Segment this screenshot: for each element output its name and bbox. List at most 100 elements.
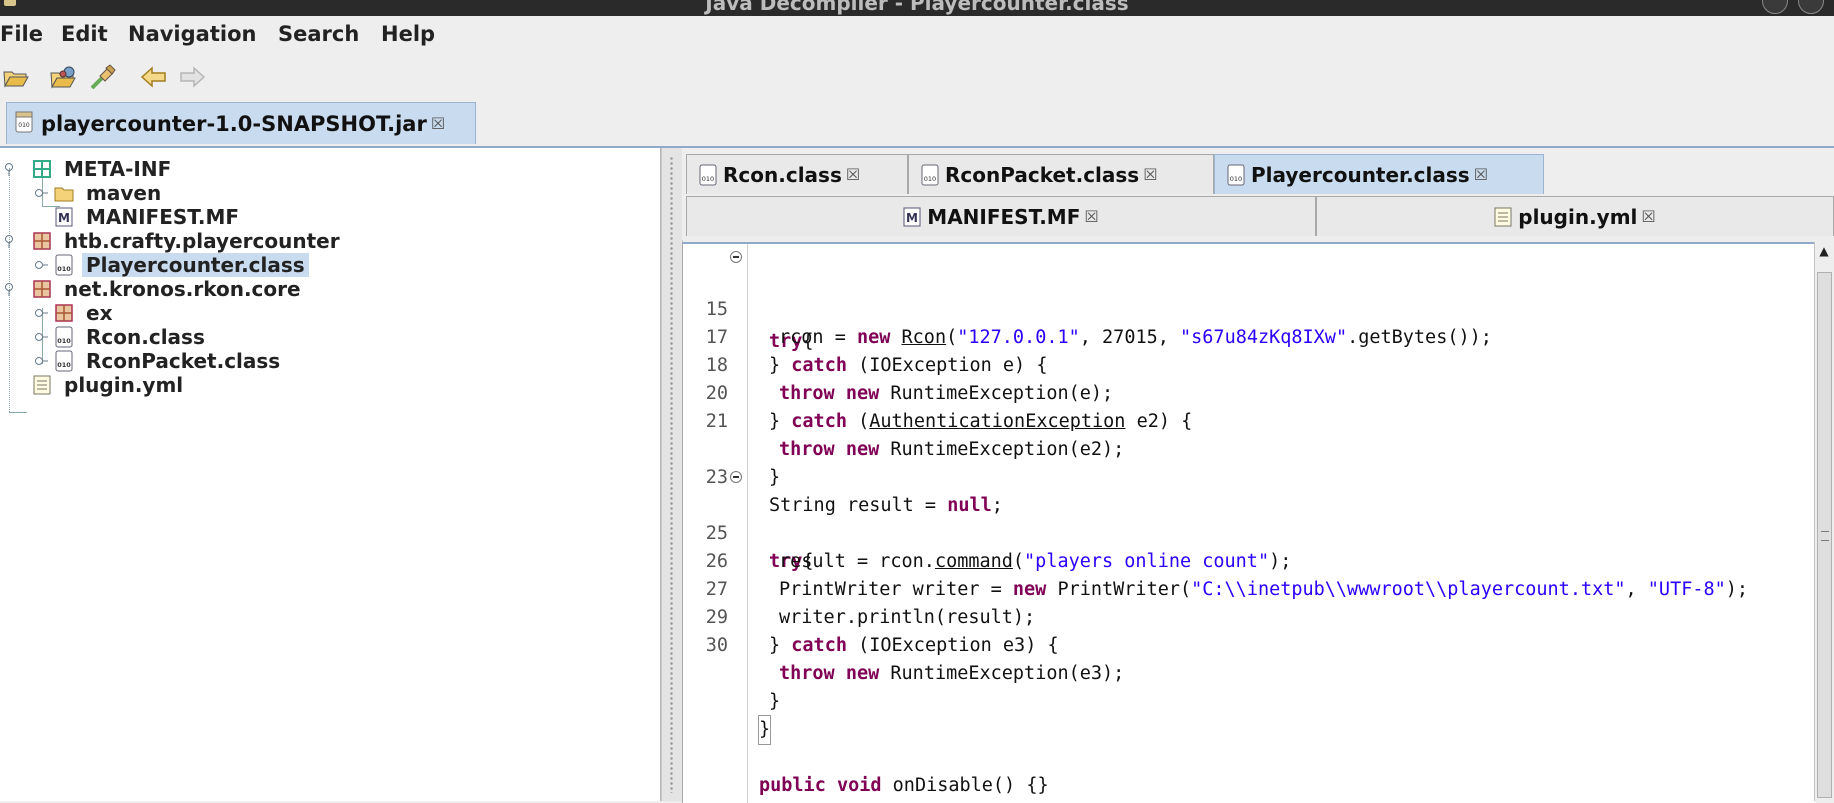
tree-item-label: ex xyxy=(86,301,113,325)
tab-manifest-mf[interactable]: M MANIFEST.MF ☒ xyxy=(686,196,1316,236)
expand-toggle-icon[interactable] xyxy=(34,303,48,323)
tab-label: MANIFEST.MF xyxy=(927,204,1081,229)
scroll-up-icon[interactable]: ▲ xyxy=(1818,244,1830,258)
code-line: 21 throw new RuntimeException(e2); xyxy=(683,380,1815,460)
code-line: try{ xyxy=(683,464,1815,572)
code-line: 20 } catch (AuthenticationException e2) … xyxy=(683,352,1815,432)
back-arrow-icon[interactable] xyxy=(138,62,170,92)
svg-text:010: 010 xyxy=(57,265,71,273)
menu-navigation[interactable]: Navigation xyxy=(128,22,256,46)
close-icon[interactable]: ☒ xyxy=(1641,207,1655,226)
text-file-icon xyxy=(32,375,52,395)
expand-toggle-icon[interactable] xyxy=(34,255,48,275)
class-tab-bar: 010 Rcon.class ☒ 010 RconPacket.class ☒ … xyxy=(682,148,1834,240)
thumb-grip xyxy=(1821,531,1829,541)
splitter-grip[interactable] xyxy=(669,156,674,793)
tree-item-label: MANIFEST.MF xyxy=(86,205,240,229)
scrollbar-thumb[interactable] xyxy=(1817,272,1832,798)
tree-item-plugin-yml[interactable]: plugin.yml xyxy=(32,372,187,398)
code-line: } xyxy=(683,744,1815,772)
package-icon xyxy=(54,303,74,323)
svg-text:010: 010 xyxy=(1230,175,1242,183)
code-line: 26 PrintWriter writer = new PrintWriter(… xyxy=(683,520,1815,600)
svg-text:010: 010 xyxy=(57,337,71,345)
svg-text:010: 010 xyxy=(57,361,71,369)
code-line: } xyxy=(683,632,1815,712)
class-file-icon: 010 xyxy=(1227,164,1245,185)
expand-toggle-icon[interactable] xyxy=(4,159,18,179)
window-title: Java Decompiler - Playercounter.class xyxy=(705,0,1129,15)
forward-arrow-icon[interactable] xyxy=(176,62,208,92)
tree-item-rconpacket-class[interactable]: 010 RconPacket.class xyxy=(34,348,284,374)
expand-toggle-icon[interactable] xyxy=(34,327,48,347)
tab-label: plugin.yml xyxy=(1518,204,1638,229)
tab-label: Rcon.class xyxy=(723,162,842,187)
package-folder-icon xyxy=(32,159,52,179)
close-icon[interactable]: ☒ xyxy=(846,165,860,184)
tree-item-rcon-class[interactable]: 010 Rcon.class xyxy=(34,324,209,350)
tree-item-maven[interactable]: maven xyxy=(34,180,165,206)
open-type-icon[interactable] xyxy=(48,62,80,92)
tree-item-label: Rcon.class xyxy=(86,325,205,349)
code-line: 25 result = rcon.command("players online… xyxy=(683,492,1815,572)
svg-text:M: M xyxy=(906,211,918,225)
manifest-icon: M xyxy=(903,207,921,226)
tab-rconpacket-class[interactable]: 010 RconPacket.class ☒ xyxy=(908,154,1214,194)
folder-icon xyxy=(54,183,74,203)
close-icon[interactable]: ☒ xyxy=(431,114,445,133)
tree-item-meta-inf[interactable]: META-INF xyxy=(4,156,175,182)
tab-jar-file-label: playercounter-1.0-SNAPSHOT.jar xyxy=(41,111,427,136)
vertical-scrollbar[interactable]: ▲ xyxy=(1814,242,1834,801)
expand-toggle-icon[interactable] xyxy=(4,231,18,251)
code-line: } xyxy=(683,660,1815,745)
menu-file[interactable]: File xyxy=(0,22,43,46)
open-file-icon[interactable] xyxy=(0,62,32,92)
tree-item-label: htb.crafty.playercounter xyxy=(64,229,340,253)
tab-rcon-class[interactable]: 010 Rcon.class ☒ xyxy=(686,154,908,194)
code-line: public void onDisable() {} xyxy=(683,716,1815,796)
class-file-icon: 010 xyxy=(54,254,74,276)
tree-item-label: net.kronos.rkon.core xyxy=(64,277,301,301)
package-icon xyxy=(32,231,52,251)
tree-item-net-kronos-rkon-core[interactable]: net.kronos.rkon.core xyxy=(4,276,305,302)
code-editor[interactable]: try{ 15 rcon = new Rcon("127.0.0.1", 270… xyxy=(682,242,1815,803)
close-icon[interactable]: ☒ xyxy=(1084,207,1098,226)
tab-playercounter-class[interactable]: 010 Playercounter.class ☒ xyxy=(1214,154,1544,194)
tree-connector xyxy=(9,412,27,413)
fold-icon[interactable] xyxy=(730,251,742,263)
tree-item-ex[interactable]: ex xyxy=(34,300,116,326)
package-tree: META-INF maven M MANIFEST.MF htb.crafty.… xyxy=(0,148,661,801)
class-file-icon: 010 xyxy=(921,164,939,185)
expand-toggle-icon[interactable] xyxy=(4,279,18,299)
tab-jar-file[interactable]: 010 playercounter-1.0-SNAPSHOT.jar ☒ xyxy=(6,102,476,144)
svg-text:010: 010 xyxy=(924,175,936,183)
close-icon[interactable]: ☒ xyxy=(1474,165,1488,184)
expand-toggle-icon[interactable] xyxy=(34,351,48,371)
panel-splitter[interactable] xyxy=(661,148,683,801)
svg-text:010: 010 xyxy=(18,122,30,129)
svg-text:M: M xyxy=(58,211,70,225)
manifest-icon: M xyxy=(54,207,74,227)
close-icon[interactable]: ☒ xyxy=(1143,165,1157,184)
tree-item-manifest[interactable]: M MANIFEST.MF xyxy=(54,204,243,230)
file-tab-bar: 010 playercounter-1.0-SNAPSHOT.jar ☒ xyxy=(0,100,1834,148)
expand-toggle-icon[interactable] xyxy=(34,183,48,203)
code-line: 30 throw new RuntimeException(e3); xyxy=(683,604,1815,684)
menu-search[interactable]: Search xyxy=(278,22,359,46)
tree-item-htb-crafty-playercounter[interactable]: htb.crafty.playercounter xyxy=(4,228,344,254)
menu-help[interactable]: Help xyxy=(381,22,435,46)
code-line: 27 writer.println(result); xyxy=(683,548,1815,628)
tab-plugin-yml[interactable]: plugin.yml ☒ xyxy=(1316,196,1834,236)
fold-icon[interactable] xyxy=(730,471,742,483)
class-file-icon: 010 xyxy=(54,326,74,348)
tree-item-label: RconPacket.class xyxy=(86,349,281,373)
code-line: 23 String result = null; xyxy=(683,436,1815,516)
code-text: public void onDisable() {} xyxy=(759,775,1049,796)
code-line: 18 throw new RuntimeException(e); xyxy=(683,324,1815,404)
menu-bar: File Edit Navigation Search Help xyxy=(0,16,1834,54)
search-icon[interactable] xyxy=(86,62,118,92)
menu-edit[interactable]: Edit xyxy=(61,22,108,46)
class-file-icon: 010 xyxy=(54,350,74,372)
tree-item-playercounter-class[interactable]: 010 Playercounter.class xyxy=(34,252,309,278)
tab-label: Playercounter.class xyxy=(1251,162,1470,187)
